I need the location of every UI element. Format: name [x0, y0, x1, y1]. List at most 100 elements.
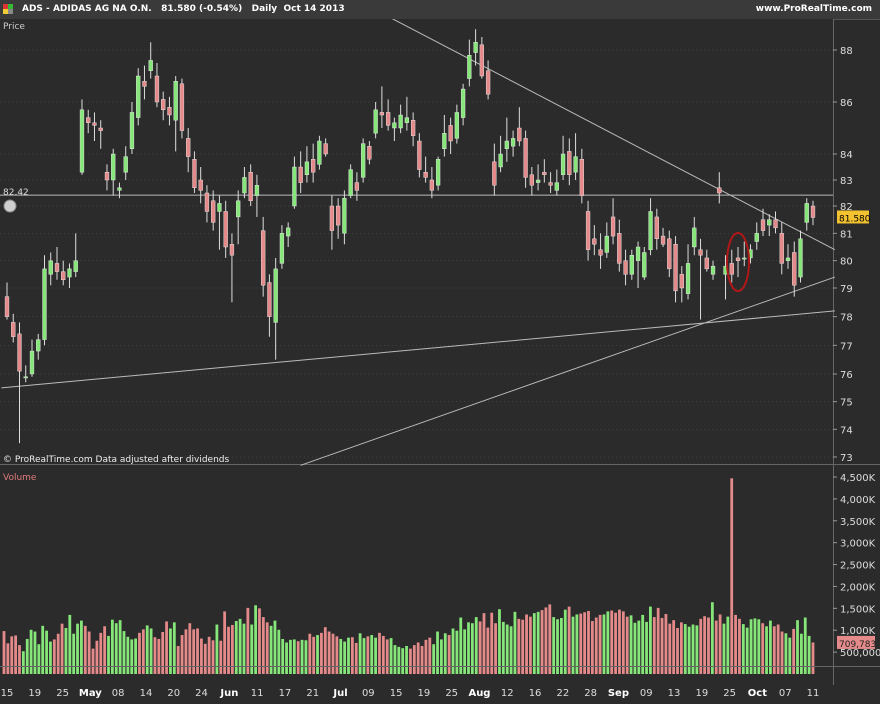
volume-bar[interactable] — [2, 631, 6, 674]
volume-bar[interactable] — [21, 651, 25, 674]
candle[interactable] — [61, 271, 66, 281]
candle[interactable] — [29, 350, 35, 375]
candle[interactable] — [773, 219, 778, 229]
volume-bar[interactable] — [339, 638, 343, 674]
volume-bar[interactable] — [796, 620, 799, 674]
candle[interactable] — [361, 143, 366, 178]
volume-bar[interactable] — [91, 648, 95, 674]
volume-bar[interactable] — [529, 616, 532, 674]
candle[interactable] — [485, 70, 491, 95]
volume-bar[interactable] — [184, 629, 188, 674]
volume-bar[interactable] — [316, 635, 319, 674]
volume-bar[interactable] — [532, 613, 536, 674]
candle[interactable] — [304, 161, 310, 176]
volume-bar[interactable] — [180, 635, 184, 674]
candle[interactable] — [710, 265, 716, 275]
volume-bar[interactable] — [606, 611, 610, 674]
candle[interactable] — [742, 257, 747, 260]
volume-bar[interactable] — [718, 614, 722, 674]
candle[interactable] — [86, 117, 91, 123]
volume-bar[interactable] — [331, 633, 335, 674]
candle[interactable] — [385, 112, 391, 126]
candle[interactable] — [417, 140, 422, 170]
volume-bar[interactable] — [320, 632, 323, 674]
volume-bar[interactable] — [656, 607, 660, 674]
candle[interactable] — [635, 246, 641, 261]
candle[interactable] — [311, 158, 316, 173]
candle[interactable] — [254, 184, 260, 196]
volume-bar[interactable] — [676, 628, 679, 674]
candle[interactable] — [692, 227, 697, 248]
volume-bar[interactable] — [203, 643, 207, 674]
candle[interactable] — [492, 161, 497, 186]
volume-bar[interactable] — [343, 641, 347, 674]
candle[interactable] — [604, 235, 609, 253]
volume-bar[interactable] — [80, 620, 83, 674]
candle[interactable] — [229, 244, 235, 256]
volume-bar[interactable] — [138, 632, 141, 674]
volume-bar[interactable] — [579, 613, 583, 674]
volume-bar[interactable] — [610, 610, 614, 674]
candle[interactable] — [642, 252, 647, 278]
volume-bar[interactable] — [583, 612, 587, 674]
volume-bar[interactable] — [490, 612, 494, 674]
candle[interactable] — [223, 211, 228, 248]
volume-bar[interactable] — [246, 607, 250, 674]
volume-bar[interactable] — [350, 637, 354, 674]
candle[interactable] — [792, 252, 797, 286]
volume-bar[interactable] — [792, 628, 796, 674]
volume-bar[interactable] — [347, 637, 350, 674]
candle[interactable] — [410, 119, 416, 136]
volume-bar[interactable] — [745, 627, 749, 674]
candle[interactable] — [454, 112, 459, 139]
volume-bar[interactable] — [219, 640, 223, 674]
candle[interactable] — [785, 257, 791, 261]
volume-bar[interactable] — [652, 617, 656, 674]
restore-icon[interactable] — [8, 9, 13, 14]
volume-bar[interactable] — [29, 629, 33, 674]
volume-bar[interactable] — [525, 614, 528, 674]
volume-bar[interactable] — [560, 617, 563, 674]
volume-bar[interactable] — [625, 616, 629, 674]
candle[interactable] — [279, 233, 285, 264]
volume-bar[interactable] — [358, 633, 362, 674]
candle[interactable] — [467, 55, 472, 79]
candle[interactable] — [554, 182, 559, 191]
volume-bar[interactable] — [169, 628, 172, 674]
candle[interactable] — [42, 268, 47, 340]
volume-bar[interactable] — [707, 617, 710, 674]
volume-bar[interactable] — [192, 629, 196, 674]
volume-bar[interactable] — [153, 637, 157, 674]
volume-bar[interactable] — [788, 637, 792, 674]
candle[interactable] — [648, 211, 653, 250]
candle[interactable] — [498, 153, 503, 168]
candle[interactable] — [423, 171, 428, 178]
volume-bar[interactable] — [672, 620, 676, 674]
candle[interactable] — [567, 151, 572, 175]
volume-bar[interactable] — [482, 613, 486, 674]
volume-bar[interactable] — [459, 617, 463, 674]
volume-bar[interactable] — [308, 633, 312, 674]
volume-bar[interactable] — [432, 644, 436, 674]
candle[interactable] — [79, 109, 85, 173]
candle[interactable] — [48, 260, 53, 275]
volume-bar[interactable] — [223, 611, 227, 674]
volume-bar[interactable] — [598, 614, 602, 674]
volume-bar[interactable] — [18, 645, 21, 674]
volume-bar[interactable] — [300, 639, 304, 674]
volume-bar[interactable] — [567, 606, 571, 674]
volume-bar[interactable] — [25, 638, 29, 674]
volume-bar[interactable] — [552, 617, 556, 674]
volume-bar[interactable] — [474, 617, 478, 674]
candle[interactable] — [717, 187, 722, 194]
candle[interactable] — [517, 127, 522, 142]
volume-bar[interactable] — [726, 616, 730, 674]
volume-bar[interactable] — [289, 639, 292, 674]
candle[interactable] — [510, 138, 516, 147]
volume-bar[interactable] — [517, 618, 521, 674]
candle[interactable] — [92, 122, 97, 126]
candle[interactable] — [192, 158, 197, 188]
volume-bar[interactable] — [52, 639, 56, 674]
candle[interactable] — [342, 197, 347, 234]
volume-bar[interactable] — [424, 639, 428, 674]
